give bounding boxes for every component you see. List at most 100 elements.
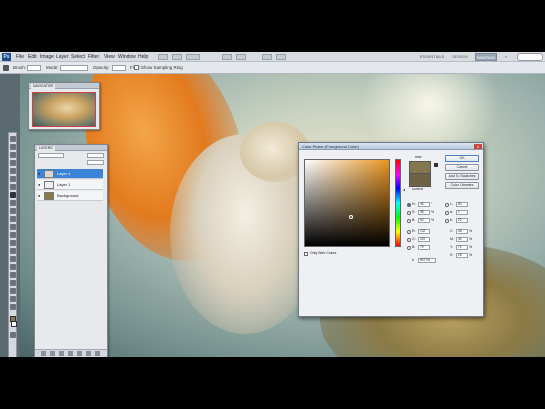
color-sample-cursor[interactable] xyxy=(349,215,353,219)
brightness-radio[interactable] xyxy=(407,219,411,223)
saturation-brightness-field[interactable] xyxy=(304,159,390,247)
rgb-g-field[interactable]: 119 xyxy=(418,237,430,242)
background-color-swatch[interactable] xyxy=(11,321,17,327)
hand-tool-icon[interactable] xyxy=(262,54,272,60)
layer-row[interactable]: ● Background xyxy=(37,191,103,201)
workspace-design[interactable]: DESIGN xyxy=(448,53,472,61)
path-select-tool-icon[interactable] xyxy=(10,264,16,270)
healing-brush-tool-icon[interactable] xyxy=(10,184,16,190)
3d-rotate-tool-icon[interactable] xyxy=(10,280,16,286)
rgb-b-field[interactable]: 79 xyxy=(418,245,430,250)
hue-radio[interactable] xyxy=(407,203,411,207)
mini-bridge-button[interactable] xyxy=(172,54,182,60)
cancel-button[interactable]: Cancel xyxy=(445,164,479,171)
zoom-level-control[interactable] xyxy=(186,54,200,60)
ok-button[interactable]: OK xyxy=(445,155,479,162)
gradient-tool-icon[interactable] xyxy=(10,224,16,230)
workspace-more-chevron-icon[interactable]: » xyxy=(500,53,512,61)
adjustment-icon[interactable] xyxy=(68,351,73,356)
menu-window[interactable]: Window xyxy=(118,53,136,61)
lab-l-radio[interactable] xyxy=(445,203,449,207)
lab-l-field[interactable]: 50 xyxy=(456,202,468,207)
3d-camera-tool-icon[interactable] xyxy=(10,288,16,294)
visibility-eye-icon[interactable]: ● xyxy=(38,172,42,176)
tab-navigator[interactable]: NAVIGATOR xyxy=(31,84,56,89)
color-libraries-button[interactable]: Color Libraries xyxy=(445,182,479,189)
layer-row[interactable]: ● Layer 1 xyxy=(37,180,103,190)
visibility-eye-icon[interactable]: ● xyxy=(38,183,42,187)
menu-file[interactable]: File xyxy=(16,53,24,61)
green-radio[interactable] xyxy=(407,238,411,242)
trash-icon[interactable] xyxy=(95,351,100,356)
link-layers-icon[interactable] xyxy=(41,351,46,356)
menu-edit[interactable]: Edit xyxy=(28,53,37,61)
cmyk-m-field[interactable]: 44 xyxy=(456,237,468,242)
blend-mode-select[interactable] xyxy=(38,153,64,158)
hsb-s-field[interactable]: 38 xyxy=(418,210,430,215)
rgb-r-field[interactable]: 132 xyxy=(418,229,430,234)
fx-icon[interactable] xyxy=(50,351,55,356)
mask-icon[interactable] xyxy=(59,351,64,356)
layer-fill-field[interactable] xyxy=(87,160,104,165)
shape-tool-icon[interactable] xyxy=(10,272,16,278)
red-radio[interactable] xyxy=(407,230,411,234)
clone-stamp-tool-icon[interactable] xyxy=(10,200,16,206)
cmyk-k-field[interactable]: 18 xyxy=(456,253,468,258)
menu-view[interactable]: View xyxy=(104,53,115,61)
move-tool-icon[interactable] xyxy=(10,136,16,142)
quick-mask-icon[interactable] xyxy=(10,332,16,338)
opacity-field[interactable] xyxy=(112,65,126,71)
mode-select[interactable] xyxy=(60,65,88,71)
screen-mode-button[interactable] xyxy=(236,54,246,60)
history-brush-tool-icon[interactable] xyxy=(10,208,16,214)
layer-opacity-field[interactable] xyxy=(87,153,104,158)
menu-layer[interactable]: Layer xyxy=(56,53,69,61)
bridge-button[interactable] xyxy=(158,54,168,60)
sample-ring-checkbox[interactable] xyxy=(134,65,139,70)
menu-filter[interactable]: Filter xyxy=(88,53,99,61)
visibility-eye-icon[interactable]: ● xyxy=(38,194,42,198)
tab-layers[interactable]: LAYERS xyxy=(37,146,55,151)
hand-tool-icon[interactable] xyxy=(10,296,16,302)
crop-tool-icon[interactable] xyxy=(10,168,16,174)
hex-field[interactable]: 84774f xyxy=(418,258,436,263)
menu-image[interactable]: Image xyxy=(40,53,54,61)
close-icon[interactable]: x xyxy=(474,144,482,149)
lasso-tool-icon[interactable] xyxy=(10,152,16,158)
eraser-tool-icon[interactable] xyxy=(10,216,16,222)
hsb-b-field[interactable]: 52 xyxy=(418,218,430,223)
brush-preset-picker[interactable] xyxy=(27,65,41,71)
group-folder-icon[interactable] xyxy=(77,351,82,356)
hsb-h-field[interactable]: 45 xyxy=(418,202,430,207)
marquee-tool-icon[interactable] xyxy=(10,144,16,150)
menu-help[interactable]: Help xyxy=(138,53,148,61)
search-field[interactable] xyxy=(517,53,543,61)
hue-slider[interactable] xyxy=(395,159,401,247)
arrange-documents-button[interactable] xyxy=(222,54,232,60)
menu-select[interactable]: Select xyxy=(71,53,85,61)
lab-b-radio[interactable] xyxy=(445,219,449,223)
warning-icon[interactable] xyxy=(434,163,438,167)
navigator-thumbnail[interactable] xyxy=(32,92,96,127)
new-layer-icon[interactable] xyxy=(86,351,91,356)
lab-a-radio[interactable] xyxy=(445,211,449,215)
web-colors-checkbox[interactable] xyxy=(304,252,308,256)
dodge-tool-icon[interactable] xyxy=(10,240,16,246)
eyedropper-tool-icon[interactable] xyxy=(10,176,16,182)
brush-tool-icon[interactable] xyxy=(10,192,16,198)
lab-b-field[interactable]: 22 xyxy=(456,218,468,223)
zoom-tool-icon[interactable] xyxy=(10,304,16,310)
brush-tool-icon[interactable] xyxy=(3,65,9,71)
workspace-painting[interactable]: PAINTING xyxy=(475,53,497,61)
blue-radio[interactable] xyxy=(407,246,411,250)
zoom-tool-icon[interactable] xyxy=(276,54,286,60)
current-color-preview[interactable] xyxy=(409,174,431,187)
type-tool-icon[interactable] xyxy=(10,256,16,262)
workspace-essentials[interactable]: ESSENTIALS xyxy=(418,53,446,61)
cmyk-y-field[interactable]: 74 xyxy=(456,245,468,250)
cmyk-c-field[interactable]: 45 xyxy=(456,229,468,234)
lab-a-field[interactable]: 1 xyxy=(456,210,468,215)
add-to-swatches-button[interactable]: Add To Swatches xyxy=(445,173,479,180)
layer-row[interactable]: ● Layer 4 xyxy=(37,169,103,179)
saturation-radio[interactable] xyxy=(407,211,411,215)
